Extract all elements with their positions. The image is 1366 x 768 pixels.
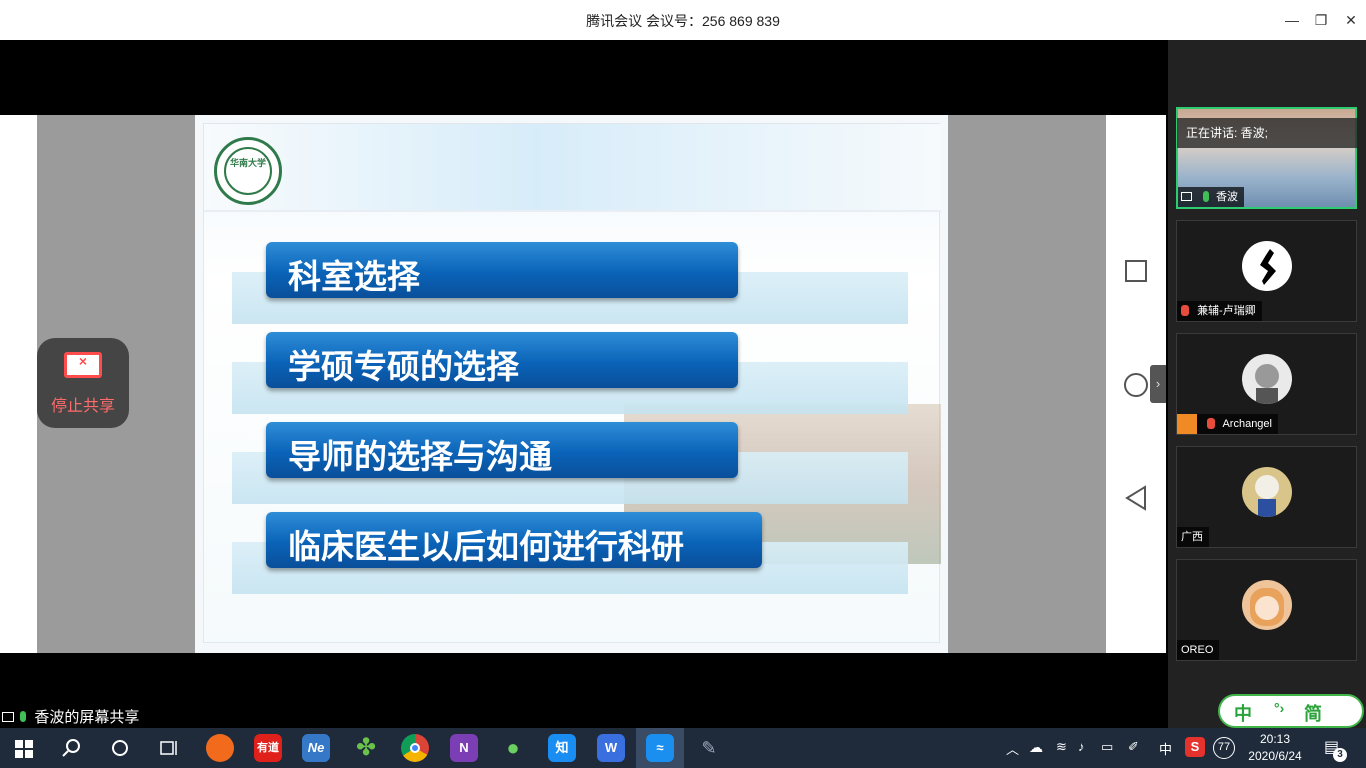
chrome-icon[interactable]	[401, 734, 429, 762]
avatar	[1242, 580, 1292, 630]
cortana-icon[interactable]	[110, 738, 130, 763]
ime-mode[interactable]: 简	[1304, 700, 1322, 726]
avatar	[1242, 354, 1292, 404]
close-button[interactable]: ✕	[1338, 8, 1364, 32]
slide-item: 临床医生以后如何进行科研	[266, 512, 762, 568]
pen-tray-icon[interactable]: ✐	[1128, 739, 1139, 755]
participant-name: 广西	[1181, 531, 1203, 543]
fox-app-icon[interactable]	[206, 734, 234, 762]
input-language[interactable]: 中	[1159, 739, 1172, 758]
participant-name: Archangel	[1222, 418, 1272, 430]
ne-app-icon[interactable]: Ne	[302, 734, 330, 762]
screen-share-icon	[1181, 192, 1192, 201]
windows-start-icon[interactable]	[15, 740, 33, 758]
screen-share-icon	[2, 712, 14, 722]
home-icon[interactable]	[1118, 367, 1154, 403]
mic-muted-icon	[1207, 418, 1215, 429]
stop-share-icon: ×	[64, 352, 102, 378]
title-bar: 腾讯会议 会议号：256 869 839 — ❐ ✕	[0, 0, 1366, 40]
participant-name: 兼辅-卢瑞卿	[1197, 305, 1256, 317]
wechat-icon[interactable]: ●	[499, 734, 527, 762]
mic-muted-icon	[1181, 305, 1189, 316]
shared-screen-area: 华南大学 科室选择 学硕专硕的选择 导师的选择与沟通 临床医生以后如何进行科研	[0, 40, 1168, 728]
wps-icon[interactable]: W	[597, 734, 625, 762]
recent-apps-icon[interactable]	[1118, 253, 1154, 289]
onenote-icon[interactable]: N	[450, 734, 478, 762]
stop-share-button[interactable]: × 停止共享	[37, 338, 129, 428]
tencent-meeting-icon[interactable]: ≈	[646, 734, 674, 762]
university-logo: 华南大学	[214, 137, 282, 205]
search-icon[interactable]	[62, 738, 82, 763]
clock-time: 20:13	[1259, 732, 1291, 746]
ime-lang[interactable]: 中	[1234, 700, 1252, 726]
window-title: 腾讯会议 会议号：256 869 839	[586, 13, 780, 29]
host-icon	[1177, 414, 1197, 434]
youdao-icon[interactable]: 有道	[254, 734, 282, 762]
ime-toolbar[interactable]: 中 °› 简	[1218, 694, 1364, 728]
battery-icon[interactable]: ▭	[1101, 739, 1113, 755]
slide-item: 学硕专硕的选择	[266, 332, 738, 388]
avatar	[1242, 241, 1292, 291]
avatar	[1242, 467, 1292, 517]
shared-content: 华南大学 科室选择 学硕专硕的选择 导师的选择与沟通 临床医生以后如何进行科研	[0, 115, 1166, 653]
tray-expand-icon[interactable]: ︿	[1006, 739, 1019, 758]
sogou-icon[interactable]: S	[1185, 737, 1205, 757]
clover-icon[interactable]: ✤	[352, 734, 380, 762]
battery-percent[interactable]: 77	[1213, 737, 1235, 759]
mic-icon	[1203, 191, 1209, 202]
clock-date: 2020/6/24	[1248, 749, 1302, 763]
mic-icon	[20, 711, 27, 722]
slide-header: 华南大学	[204, 124, 941, 212]
clock[interactable]: 20:13 2020/6/24	[1240, 731, 1310, 765]
sharer-label: 香波的屏幕共享	[2, 706, 139, 727]
participant-tile[interactable]: OREO	[1176, 559, 1357, 661]
minimize-button[interactable]: —	[1279, 8, 1305, 32]
speaking-indicator: 正在讲话: 香波;	[1177, 118, 1357, 148]
participant-tile[interactable]: Archangel	[1176, 333, 1357, 435]
ime-punct-icon[interactable]: °›	[1274, 700, 1284, 716]
participant-name: OREO	[1181, 644, 1214, 656]
wifi-icon[interactable]: ≋	[1056, 739, 1067, 755]
slide-item: 科室选择	[266, 242, 738, 298]
presentation-slide: 华南大学 科室选择 学硕专硕的选择 导师的选择与沟通 临床医生以后如何进行科研	[195, 115, 948, 653]
restore-button[interactable]: ❐	[1308, 8, 1334, 32]
pen-icon[interactable]: ✎	[695, 734, 723, 762]
letterbox-right	[948, 115, 1106, 653]
participant-tile[interactable]: 广西	[1176, 446, 1357, 548]
participant-name: 香波	[1216, 191, 1238, 203]
cloud-icon[interactable]: ☁	[1029, 739, 1043, 756]
participant-tile[interactable]: 兼辅-卢瑞卿	[1176, 220, 1357, 322]
volume-icon[interactable]: ♪	[1078, 739, 1085, 754]
notification-count: 3	[1333, 748, 1347, 762]
slide-item: 导师的选择与沟通	[266, 422, 738, 478]
back-icon[interactable]	[1118, 480, 1154, 516]
task-view-icon[interactable]	[158, 738, 178, 763]
zhihu-icon[interactable]: 知	[548, 734, 576, 762]
taskbar: 有道 Ne ✤ N ● 知 W ≈ ✎ ︿ ☁ ≋ ♪ ▭ ✐ 中 S 77 2…	[0, 728, 1366, 768]
collapse-sidebar-button[interactable]: ›	[1150, 365, 1166, 403]
